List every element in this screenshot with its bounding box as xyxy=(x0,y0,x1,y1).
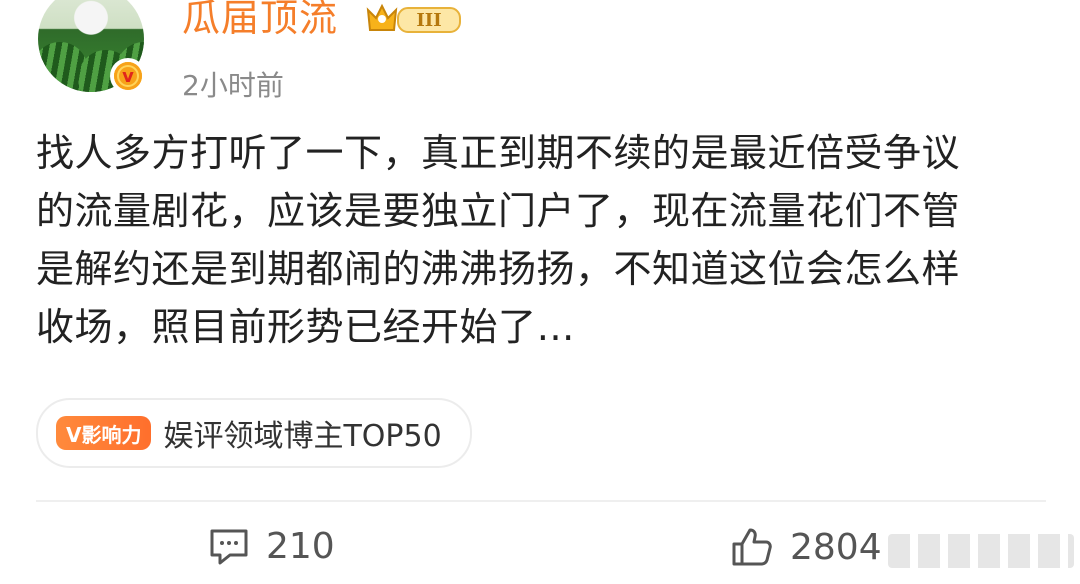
post-content: 找人多方打听了一下，真正到期不续的是最近倍受争议 的流量剧花，应该是要独立门户了… xyxy=(36,124,1056,356)
comment-button[interactable]: 210 xyxy=(208,526,335,567)
post-text-line: 的流量剧花，应该是要独立门户了，现在流量花们不管 xyxy=(36,189,961,233)
comment-count: 210 xyxy=(266,526,335,567)
rank-level-text: III xyxy=(416,10,441,31)
post-timestamp: 2小时前 xyxy=(182,69,284,102)
comment-icon xyxy=(210,529,248,564)
divider xyxy=(36,500,1046,502)
v-influence-tag: V影响力 xyxy=(56,416,152,450)
post-text-line: 是解约还是到期都闹的沸沸扬扬，不知道这位会怎么样 xyxy=(36,247,961,291)
like-button[interactable]: 2804 xyxy=(730,526,882,568)
like-count: 2804 xyxy=(790,526,882,568)
thumbs-up-icon xyxy=(732,528,772,566)
post-text-line: 找人多方打听了一下，真正到期不续的是最近倍受争议 xyxy=(36,131,961,175)
verified-badge-icon: v xyxy=(110,58,146,94)
username[interactable]: 瓜届顶流 xyxy=(182,0,338,42)
influence-chip[interactable]: V影响力 娱评领域博主TOP50 xyxy=(36,398,472,468)
crown-rank-badge-icon[interactable]: III xyxy=(364,0,466,36)
influence-label: 娱评领域博主TOP50 xyxy=(163,419,442,454)
post-text-line: 收场，照目前形势已经开始了… xyxy=(36,305,576,349)
watermark-overlay xyxy=(888,534,1074,568)
